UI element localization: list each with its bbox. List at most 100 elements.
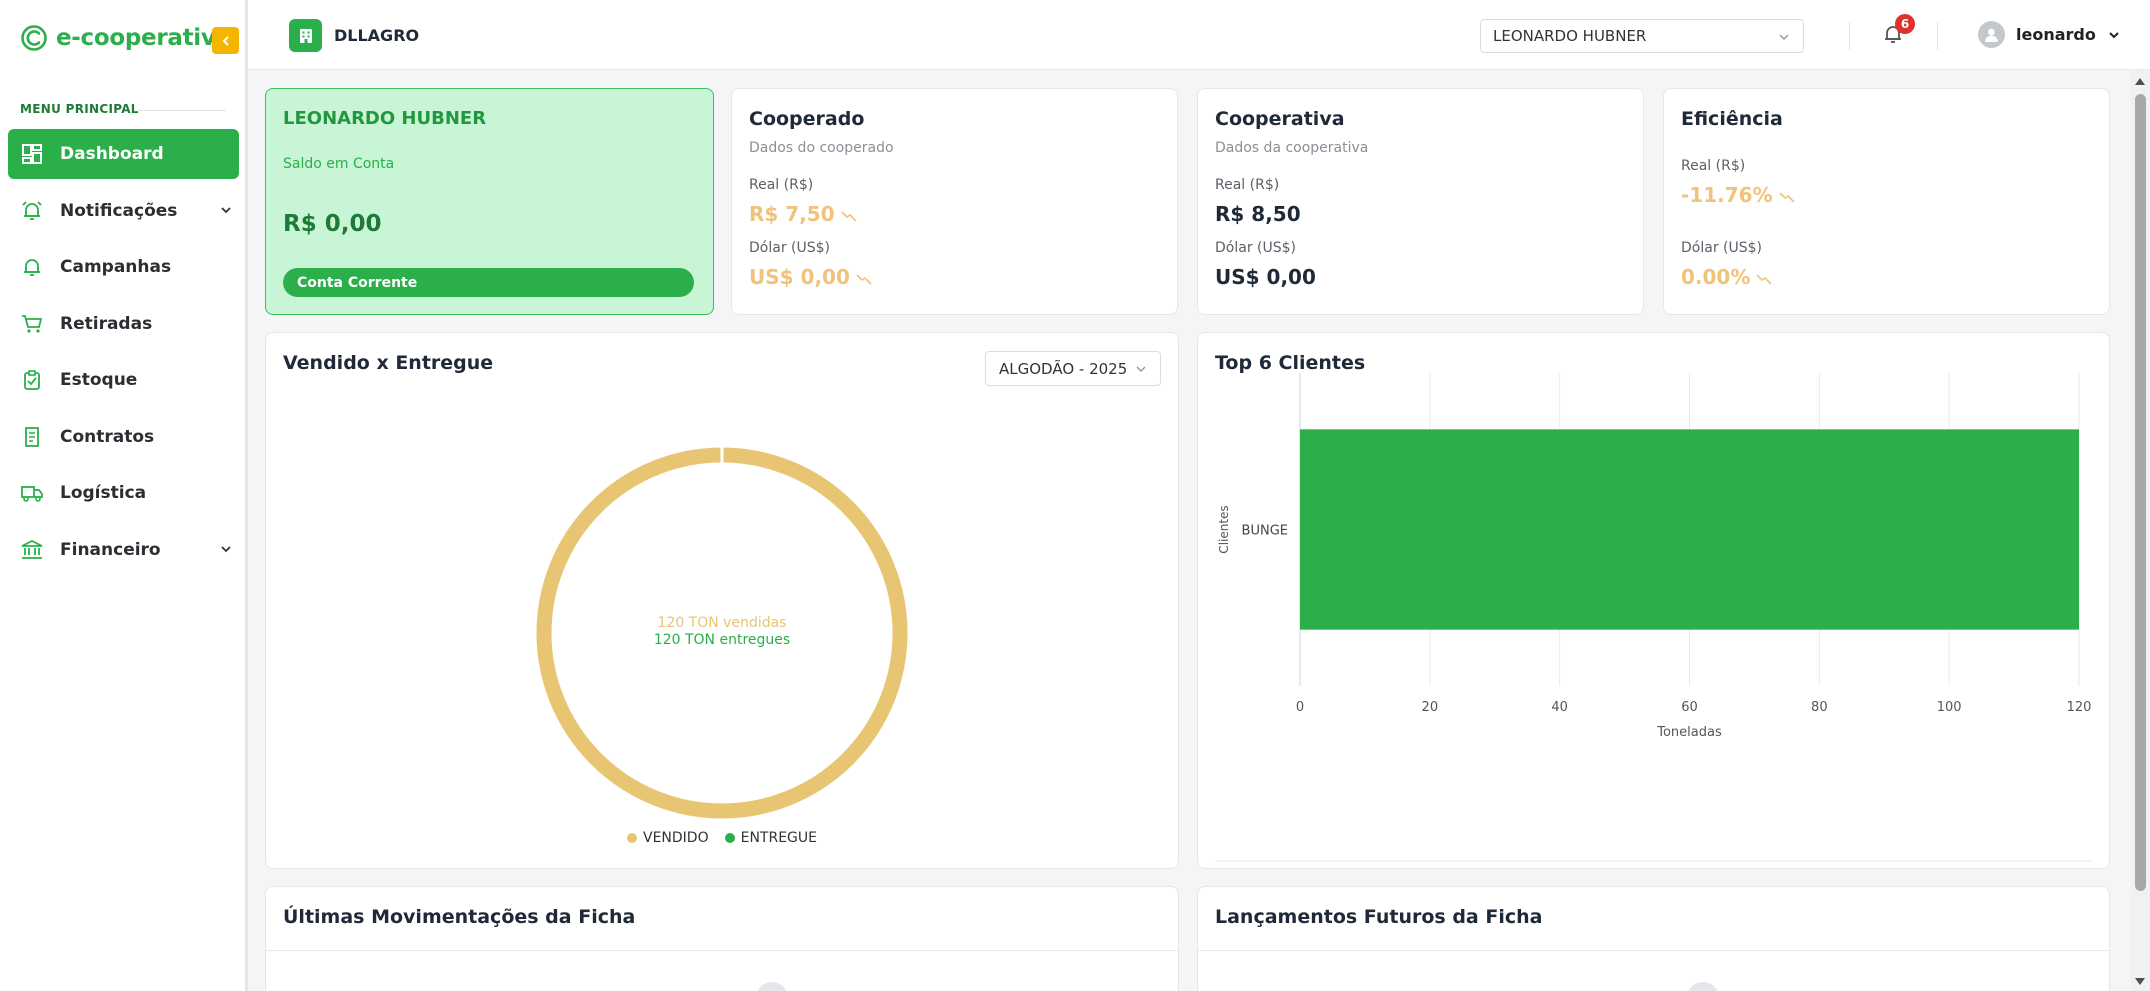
movements-card: Últimas Movimentações da Ficha: [265, 886, 1179, 991]
section-title: Vendido x Entregue: [283, 352, 494, 374]
card-title: Eficiência: [1681, 108, 1783, 130]
sidebar-item-campanhas[interactable]: Campanhas: [8, 242, 239, 292]
topbar-divider: [1849, 22, 1850, 50]
dollar-label: Dólar (US$): [1681, 240, 1762, 256]
future-entries-card: Lançamentos Futuros da Ficha: [1197, 886, 2110, 991]
y-axis-label: Clientes: [1217, 505, 1231, 553]
truck-icon: [21, 482, 43, 504]
user-select[interactable]: LEONARDO HUBNER: [1480, 19, 1804, 53]
real-label: Real (R$): [1215, 177, 1280, 193]
balance-card: LEONARDO HUBNER Saldo em Conta R$ 0,00 C…: [265, 88, 714, 315]
legend-item-vendido[interactable]: VENDIDO: [627, 830, 709, 846]
chevron-down-icon: [221, 545, 231, 552]
legend-item-entregue[interactable]: ENTREGUE: [724, 830, 817, 846]
top-clients-bar-chart: 0 20 40 60 80 100 120 BUNGE Toneladas Clientes: [1215, 373, 2093, 862]
user-icon: [1985, 28, 1998, 42]
user-select-value: LEONARDO HUBNER: [1493, 27, 1647, 45]
sidebar-item-financeiro[interactable]: Financeiro: [8, 525, 239, 575]
notifications-badge: 6: [1895, 14, 1915, 34]
scroll-up-icon[interactable]: [2135, 78, 2145, 85]
brand-mark-icon: [21, 25, 47, 51]
alarm-icon: [21, 200, 43, 222]
trend-down-icon: [1779, 191, 1795, 203]
menu-divider: [138, 110, 226, 111]
card-divider: [266, 950, 1178, 951]
sidebar-item-estoque[interactable]: Estoque: [8, 355, 239, 405]
real-value: -11.76%: [1681, 183, 1795, 207]
chevron-left-icon: [222, 35, 229, 46]
eficiencia-card: Eficiência Real (R$) -11.76% Dólar (US$)…: [1663, 88, 2110, 315]
loading-spinner-icon: [756, 982, 788, 991]
dollar-label: Dólar (US$): [749, 240, 830, 256]
cooperado-card: Cooperado Dados do cooperado Real (R$) R…: [731, 88, 1178, 315]
menu-title: MENU PRINCIPAL: [20, 102, 139, 116]
real-label: Real (R$): [749, 177, 814, 193]
receipt-icon: [21, 426, 43, 448]
sidebar-item-notificacoes[interactable]: Notificações: [8, 186, 239, 236]
chevron-down-icon: [1779, 34, 1789, 41]
sidebar-item-label: Financeiro: [60, 539, 161, 560]
conta-corrente-button[interactable]: Conta Corrente: [283, 268, 694, 297]
x-tick-label: 20: [1422, 700, 1439, 715]
brand-name: e-cooperativa: [56, 25, 231, 51]
trend-down-icon: [856, 273, 872, 285]
collapse-sidebar-button[interactable]: [212, 27, 239, 54]
sidebar-item-label: Retiradas: [60, 313, 153, 334]
dashboard-icon: [21, 143, 43, 165]
sidebar-item-dashboard[interactable]: Dashboard: [8, 129, 239, 179]
x-tick-label: 40: [1551, 700, 1568, 715]
topbar-divider: [1937, 22, 1938, 50]
cart-icon: [21, 313, 43, 335]
sidebar-item-logistica[interactable]: Logística: [8, 468, 239, 518]
sidebar-item-label: Campanhas: [60, 257, 172, 277]
sidebar-nav: Dashboard Notificações Campanhas Retirad…: [8, 129, 239, 581]
x-tick-label: 100: [1937, 700, 1962, 715]
card-title: Cooperativa: [1215, 108, 1345, 130]
bell-icon: [21, 256, 43, 278]
chevron-down-icon: [221, 206, 231, 213]
x-axis-label: Toneladas: [1656, 725, 1722, 740]
scroll-down-icon[interactable]: [2135, 978, 2145, 985]
balance-subtitle: Saldo em Conta: [283, 156, 395, 172]
top-clients-card: Top 6 Clientes 0 20 40 60 80 100 120 BUNGE Tonel…: [1197, 332, 2110, 869]
chevron-down-icon: [2109, 31, 2119, 38]
sidebar-item-contratos[interactable]: Contratos: [8, 412, 239, 462]
real-value: R$ 7,50: [749, 202, 857, 226]
vendido-entregue-card: Vendido x Entregue ALGODÃO - 2025 120 TO…: [265, 332, 1179, 869]
account-menu[interactable]: leonardo: [1978, 21, 2121, 48]
dollar-value: US$ 0,00: [749, 265, 872, 289]
brand-logo[interactable]: e-cooperativa: [20, 24, 231, 52]
card-divider: [1198, 950, 2109, 951]
dollar-value: US$ 0,00: [1215, 265, 1316, 289]
sidebar-item-label: Dashboard: [60, 144, 164, 164]
card-subtitle: Dados do cooperado: [749, 140, 894, 156]
scroll-thumb[interactable]: [2135, 94, 2146, 891]
balance-owner-name: LEONARDO HUBNER: [283, 108, 487, 129]
x-tick-label: 60: [1681, 700, 1698, 715]
card-title: Cooperado: [749, 108, 865, 130]
sidebar: e-cooperativa MENU PRINCIPAL Dashboard N…: [0, 0, 248, 991]
section-title: Top 6 Clientes: [1215, 352, 1366, 374]
sidebar-item-label: Logística: [60, 483, 147, 503]
building-icon: [289, 19, 322, 52]
company-header: DLLAGRO: [289, 19, 419, 52]
legend-swatch: [627, 833, 637, 843]
legend-label: ENTREGUE: [740, 830, 817, 846]
sidebar-item-label: Estoque: [60, 370, 138, 390]
sidebar-item-retiradas[interactable]: Retiradas: [8, 299, 239, 349]
section-title: Lançamentos Futuros da Ficha: [1215, 906, 1543, 928]
trend-down-icon: [841, 210, 857, 222]
donut-center-line-1: 120 TON vendidas: [658, 615, 787, 631]
company-name: DLLAGRO: [334, 26, 420, 45]
page-scrollbar[interactable]: [2131, 70, 2150, 991]
real-value: R$ 8,50: [1215, 202, 1301, 226]
dollar-value: 0.00%: [1681, 265, 1772, 289]
avatar: [1978, 21, 2005, 48]
sidebar-item-label: Notificações: [60, 200, 178, 221]
cooperativa-card: Cooperativa Dados da cooperativa Real (R…: [1197, 88, 1644, 315]
dollar-label: Dólar (US$): [1215, 240, 1296, 256]
bar-bunge[interactable]: [1300, 429, 2079, 630]
sidebar-item-label: Contratos: [60, 426, 155, 447]
trend-down-icon: [1756, 273, 1772, 285]
chart-legend: VENDIDO ENTREGUE: [266, 830, 1178, 846]
